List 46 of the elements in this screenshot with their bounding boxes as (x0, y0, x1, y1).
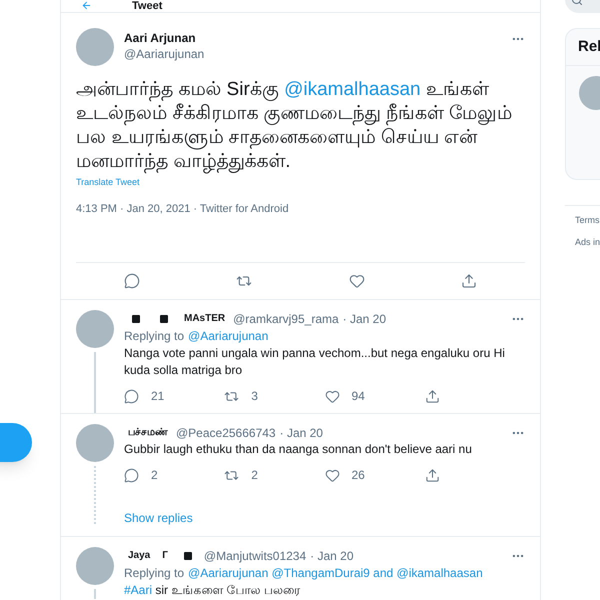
tweet-text: அன்பார்ந்த கமல் Sirக்கு @ikamalhaasan உங்கள் உடல்நலம் சீக்கிரமாக குணமடைந்து நீங்கள் மேலும் பல உயரங்களும் சாதனைகளையும் செய்ய என் மனமார்ந்த வாழ்த்துக்கள். (76, 78, 514, 174)
action-count: 26 (352, 467, 365, 484)
replying-label: Replying to (124, 565, 184, 582)
emoji-icon (132, 315, 140, 323)
action-count: 2 (151, 467, 158, 484)
user-name[interactable]: Jaya (128, 548, 150, 564)
footer-link[interactable]: Terms (575, 214, 600, 228)
reply-date[interactable]: · Jan 20 (280, 425, 323, 441)
mention-link[interactable]: @Aariarujunan (188, 327, 268, 345)
reply-date[interactable]: · Jan 20 (310, 548, 354, 564)
user-handle[interactable]: @Peace25666743 (176, 425, 276, 441)
page-title: Tweet (132, 0, 162, 12)
reply-icon[interactable] (124, 273, 140, 289)
action-count: 3 (251, 388, 258, 405)
mention-link[interactable]: @Aariarujunan @ThangamDurai9 and @ikamalhaasan (188, 564, 483, 582)
emoji-icon (160, 315, 168, 323)
action-count: 94 (352, 388, 365, 405)
user-name[interactable]: பச்சமண் (128, 425, 168, 441)
footer-link[interactable]: Ads in (575, 236, 600, 249)
like-icon[interactable] (324, 468, 340, 482)
share-icon[interactable] (424, 468, 440, 482)
emoji-icon (184, 552, 192, 560)
user-name[interactable]: Aari Arjunan (124, 30, 204, 46)
tweet-text: Gubbir laugh ethuku than da naanga sonnan don't believe aari nu (124, 441, 473, 458)
user-handle[interactable]: @ramkarvj95_rama (233, 311, 339, 327)
tweet-text: Nanga vote panni ungala win panna vechom...but nega engaluku oru Hi kuda solla matriga bro (124, 345, 506, 379)
reply-date[interactable]: · Jan 20 (342, 311, 386, 327)
user-handle[interactable]: @Aariarujunan (124, 46, 204, 62)
back-icon[interactable] (81, 0, 92, 11)
user-handle[interactable]: @Manjutwits01234 (204, 548, 306, 564)
show-replies-link[interactable]: Show replies (124, 511, 193, 525)
tweet-text: #Aari sir உங்களை போல பலரை (124, 582, 302, 599)
tweet-meta: 4:13 PM · Jan 20, 2021 · Twitter for Android (76, 202, 290, 216)
reply-icon[interactable] (124, 388, 139, 404)
action-count: 21 (151, 388, 164, 405)
user-name[interactable]: MAsTER (184, 311, 226, 327)
card-title: Rel (578, 36, 600, 57)
reply-icon[interactable] (124, 468, 139, 482)
like-icon[interactable] (348, 273, 365, 289)
share-icon[interactable] (460, 273, 477, 289)
translate-link[interactable]: Translate Tweet (76, 176, 525, 188)
replying-label: Replying to (124, 328, 184, 345)
share-icon[interactable] (424, 388, 440, 404)
user-name[interactable]: Г (162, 548, 168, 564)
like-icon[interactable] (324, 388, 340, 404)
action-count: 2 (251, 467, 258, 484)
